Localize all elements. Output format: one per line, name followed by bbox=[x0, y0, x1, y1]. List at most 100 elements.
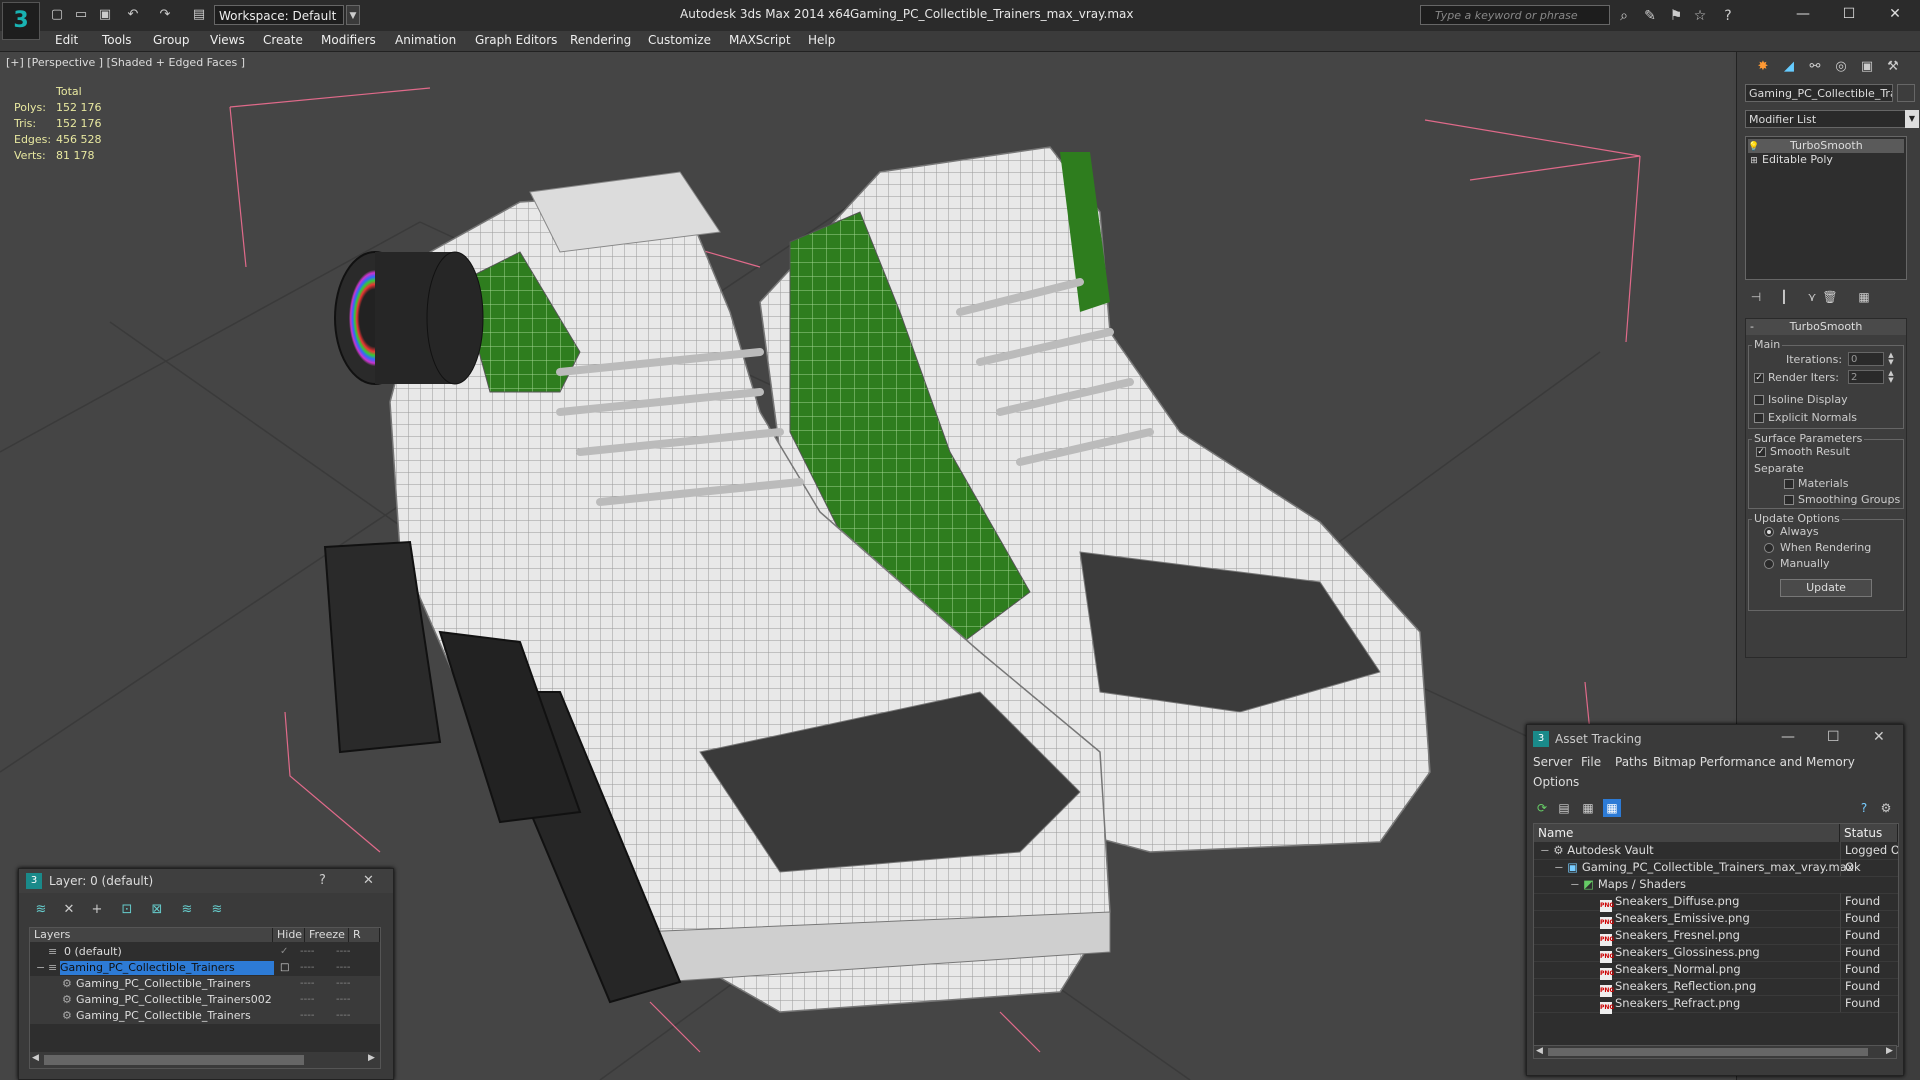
scroll-right-icon[interactable]: ▶ bbox=[1886, 1046, 1893, 1056]
object-name-field[interactable]: Gaming_PC_Collectible_Trainers bbox=[1745, 84, 1893, 102]
smooth-result-checkbox[interactable]: ✓ bbox=[1756, 447, 1766, 457]
modifier-list-dropdown[interactable]: Modifier List bbox=[1745, 110, 1907, 128]
binoculars-icon[interactable]: ⌕ bbox=[1614, 6, 1634, 26]
col-render[interactable]: R bbox=[349, 928, 380, 942]
scroll-left-icon[interactable]: ◀ bbox=[1536, 1046, 1543, 1056]
asset-menu-server[interactable]: Server bbox=[1533, 755, 1572, 769]
manually-radio[interactable] bbox=[1764, 559, 1774, 569]
collapse-icon[interactable]: - bbox=[1750, 319, 1754, 335]
col-name[interactable]: Name bbox=[1534, 824, 1840, 842]
collapse-icon[interactable]: − bbox=[36, 960, 45, 976]
isoline-checkbox[interactable] bbox=[1754, 395, 1764, 405]
iterations-spinner[interactable]: 0 bbox=[1848, 352, 1884, 366]
help-icon[interactable]: ? bbox=[319, 873, 326, 888]
favorites-star-icon[interactable]: ☆ bbox=[1690, 6, 1710, 26]
asset-row[interactable]: − ▣ Gaming_PC_Collectible_Trainers_max_v… bbox=[1534, 859, 1898, 877]
modify-tab-icon[interactable]: ◢ bbox=[1777, 56, 1801, 78]
hide-all-icon[interactable]: ≋ bbox=[177, 901, 197, 919]
asset-row[interactable]: − ⚙ Autodesk Vault Logged O bbox=[1534, 842, 1898, 860]
menu-maxscript[interactable]: MAXScript bbox=[729, 33, 791, 47]
menu-modifiers[interactable]: Modifiers bbox=[321, 33, 376, 47]
app-logo-icon[interactable]: 3 bbox=[2, 2, 40, 40]
col-layers[interactable]: Layers bbox=[30, 928, 273, 942]
layer-row[interactable]: ⚙ Gaming_PC_Collectible_Trainers ---- --… bbox=[30, 976, 380, 992]
horizontal-scrollbar[interactable]: ◀ ▶ bbox=[1533, 1045, 1897, 1059]
maximize-icon[interactable]: ☐ bbox=[1826, 0, 1872, 28]
collapse-icon[interactable]: − bbox=[1554, 860, 1564, 874]
add-to-layer-icon[interactable]: + bbox=[87, 901, 107, 919]
help-icon[interactable]: ? bbox=[1718, 6, 1738, 26]
highlight-selected-icon[interactable]: ⊠ bbox=[147, 901, 167, 919]
show-end-result-icon[interactable]: ┃ bbox=[1773, 288, 1795, 306]
menu-tools[interactable]: Tools bbox=[102, 33, 132, 47]
asset-row[interactable]: PNGSneakers_Fresnel.png Found bbox=[1534, 927, 1898, 946]
render-iters-checkbox[interactable]: ✓ bbox=[1754, 373, 1764, 383]
smoothing-groups-checkbox[interactable] bbox=[1784, 495, 1794, 505]
create-layer-icon[interactable]: ≋ bbox=[31, 901, 51, 919]
help-icon[interactable]: ? bbox=[1855, 799, 1873, 817]
menu-graph-editors[interactable]: Graph Editors bbox=[475, 33, 557, 47]
render-iters-spinner[interactable]: 2 bbox=[1848, 370, 1884, 384]
scroll-right-icon[interactable]: ▶ bbox=[368, 1053, 375, 1063]
menu-edit[interactable]: Edit bbox=[55, 33, 78, 47]
scrollbar-thumb[interactable] bbox=[44, 1055, 304, 1065]
layer-row[interactable]: ⚙ Gaming_PC_Collectible_Trainers002 ----… bbox=[30, 992, 380, 1008]
select-objects-icon[interactable]: ⊡ bbox=[117, 901, 137, 919]
materials-checkbox[interactable] bbox=[1784, 479, 1794, 489]
configure-sets-icon[interactable]: ▦ bbox=[1853, 288, 1875, 306]
spinner-arrows-icon[interactable]: ▲ ▼ bbox=[1886, 352, 1896, 366]
workspace-select[interactable]: Workspace: Default bbox=[214, 5, 344, 25]
asset-row[interactable]: PNGSneakers_Normal.png Found bbox=[1534, 961, 1898, 980]
modifier-stack[interactable]: 💡 TurboSmooth ⊞ Editable Poly bbox=[1745, 136, 1907, 280]
asset-row[interactable]: PNGSneakers_Refract.png Found bbox=[1534, 995, 1898, 1014]
rollout-title[interactable]: TurboSmooth bbox=[1746, 319, 1906, 335]
search-input[interactable]: Type a keyword or phrase bbox=[1420, 5, 1610, 25]
create-tab-icon[interactable]: ✸ bbox=[1751, 56, 1775, 78]
explicit-normals-checkbox[interactable] bbox=[1754, 413, 1764, 423]
table-view-icon[interactable]: ▦ bbox=[1603, 799, 1621, 817]
asset-menu-file[interactable]: File bbox=[1581, 755, 1601, 769]
close-icon[interactable]: ✕ bbox=[1872, 0, 1918, 28]
menu-views[interactable]: Views bbox=[210, 33, 245, 47]
project-folder-icon[interactable]: ▤ bbox=[190, 6, 208, 24]
active-layer-icon[interactable]: □ bbox=[280, 960, 289, 976]
undo-icon[interactable]: ↶ bbox=[124, 6, 142, 24]
stack-item-editable-poly[interactable]: ⊞ Editable Poly bbox=[1748, 153, 1904, 167]
layer-row[interactable]: ≡ 0 (default) ✓ ---- ---- bbox=[30, 944, 380, 960]
asset-row[interactable]: PNGSneakers_Glossiness.png Found bbox=[1534, 944, 1898, 963]
layer-dialog-titlebar[interactable]: 3 Layer: 0 (default) ? ✕ bbox=[19, 869, 393, 893]
always-radio[interactable] bbox=[1764, 527, 1774, 537]
stack-item-turbosmooth[interactable]: 💡 TurboSmooth bbox=[1748, 139, 1904, 153]
settings-icon[interactable]: ⚙ bbox=[1877, 799, 1895, 817]
pin-stack-icon[interactable]: ⊣ bbox=[1745, 288, 1767, 306]
modifier-list-arrow-icon[interactable]: ▼ bbox=[1905, 110, 1919, 128]
menu-customize[interactable]: Customize bbox=[648, 33, 711, 47]
close-icon[interactable]: ✕ bbox=[363, 873, 374, 888]
menu-help[interactable]: Help bbox=[808, 33, 835, 47]
scrollbar-thumb[interactable] bbox=[1548, 1048, 1868, 1056]
expand-icon[interactable]: ⊞ bbox=[1748, 154, 1760, 168]
workspace-dropdown-icon[interactable]: ▼ bbox=[346, 5, 360, 25]
motion-tab-icon[interactable]: ◎ bbox=[1829, 56, 1853, 78]
asset-menu-bitmap[interactable]: Bitmap Performance and Memory bbox=[1653, 755, 1855, 769]
asset-row[interactable]: − ◩ Maps / Shaders bbox=[1534, 876, 1898, 894]
minimize-icon[interactable]: — bbox=[1780, 0, 1826, 28]
layer-row[interactable]: ⚙ Gaming_PC_Collectible_Trainers ---- --… bbox=[30, 1008, 380, 1024]
maximize-icon[interactable]: ☐ bbox=[1827, 729, 1840, 745]
thumbnail-view-icon[interactable]: ▦ bbox=[1579, 799, 1597, 817]
scroll-left-icon[interactable]: ◀ bbox=[32, 1053, 39, 1063]
col-freeze[interactable]: Freeze bbox=[305, 928, 349, 942]
object-color-swatch[interactable] bbox=[1897, 84, 1915, 102]
display-tab-icon[interactable]: ▣ bbox=[1855, 56, 1879, 78]
utilities-tab-icon[interactable]: ⚒ bbox=[1881, 56, 1905, 78]
open-file-icon[interactable]: ▭ bbox=[72, 6, 90, 24]
lightbulb-icon[interactable]: 💡 bbox=[1748, 140, 1760, 154]
asset-row[interactable]: PNGSneakers_Diffuse.png Found bbox=[1534, 893, 1898, 912]
col-hide[interactable]: Hide bbox=[273, 928, 305, 942]
remove-modifier-icon[interactable]: 🗑 bbox=[1819, 288, 1841, 306]
collapse-icon[interactable]: − bbox=[1540, 843, 1550, 857]
menu-rendering[interactable]: Rendering bbox=[570, 33, 631, 47]
asset-menu-options[interactable]: Options bbox=[1533, 775, 1579, 789]
update-button[interactable]: Update bbox=[1780, 579, 1872, 597]
asset-menu-paths[interactable]: Paths bbox=[1615, 755, 1648, 769]
